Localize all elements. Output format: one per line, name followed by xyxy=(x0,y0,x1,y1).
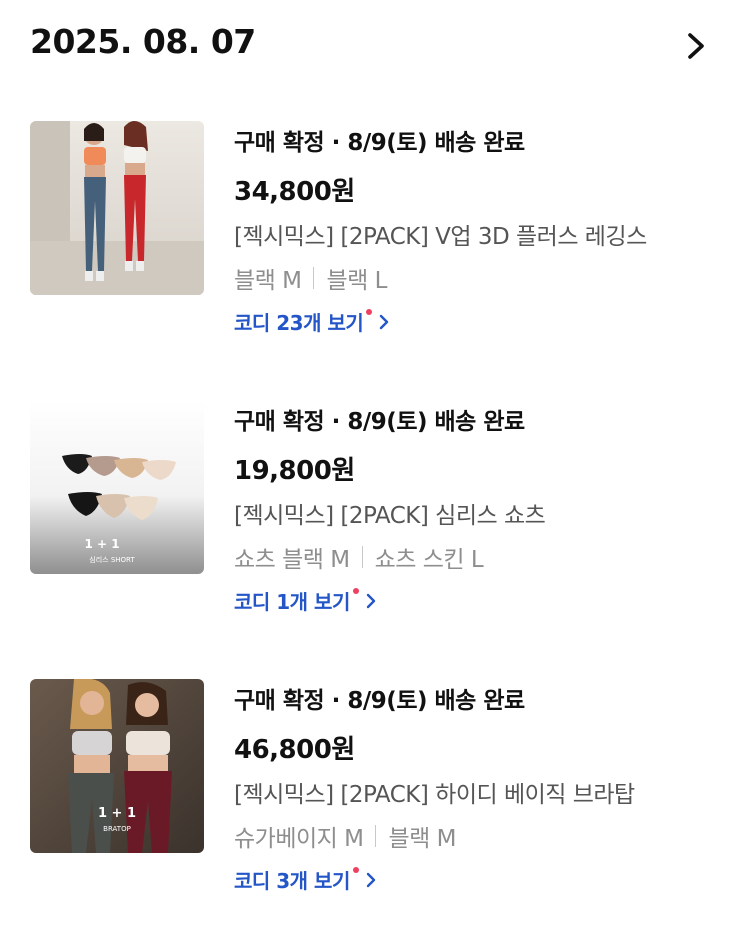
product-image[interactable]: 1 + 1 BRATOP xyxy=(30,679,204,853)
order-item[interactable]: 구매 확정 · 8/9(토) 배송 완료 34,800원 [젝시믹스] [2PA… xyxy=(30,121,720,351)
image-caption-sub: 심리스 SHORT xyxy=(89,555,135,564)
option-1: 슈가베이지 M xyxy=(234,826,364,852)
price: 46,800원 xyxy=(234,735,355,765)
chevron-right-icon xyxy=(366,593,376,608)
option-list: 블랙 M 블랙 L xyxy=(234,261,387,295)
price: 34,800원 xyxy=(234,177,355,207)
coordi-link-label: 코디 23개 보기 xyxy=(234,311,364,335)
option-divider xyxy=(313,267,315,289)
coordi-link-label: 코디 1개 보기 xyxy=(234,590,350,614)
order-status: 구매 확정 · 8/9(토) 배송 완료 xyxy=(234,688,525,714)
option-2: 블랙 L xyxy=(326,268,387,294)
order-detail-button[interactable] xyxy=(676,26,716,66)
option-2: 쇼츠 스킨 L xyxy=(374,547,484,573)
option-divider xyxy=(375,825,377,847)
option-1: 블랙 M xyxy=(234,268,302,294)
order-item[interactable]: 1 + 1 심리스 SHORT 구매 확정 · 8/9(토) 배송 완료 19,… xyxy=(30,400,720,630)
chevron-right-icon xyxy=(366,872,376,887)
product-name[interactable]: [젝시믹스] [2PACK] V업 3D 플러스 레깅스 xyxy=(234,217,647,251)
option-list: 쇼츠 블랙 M 쇼츠 스킨 L xyxy=(234,540,484,574)
order-date: 2025. 08. 07 xyxy=(30,22,256,61)
option-2: 블랙 M xyxy=(388,826,456,852)
order-item[interactable]: 1 + 1 BRATOP 구매 확정 · 8/9(토) 배송 완료 46,800… xyxy=(30,679,720,909)
coordi-link-label: 코디 3개 보기 xyxy=(234,869,350,893)
new-dot-icon xyxy=(352,587,359,594)
option-divider xyxy=(361,546,363,568)
image-caption-main: 1 + 1 xyxy=(84,537,119,551)
product-image[interactable]: 1 + 1 심리스 SHORT xyxy=(30,400,204,574)
image-caption-main: 1 + 1 xyxy=(98,806,136,821)
new-dot-icon xyxy=(366,308,373,315)
coordi-link[interactable]: 코디 3개 보기 xyxy=(234,865,377,894)
new-dot-icon xyxy=(352,866,359,873)
product-name[interactable]: [젝시믹스] [2PACK] 하이디 베이직 브라탑 xyxy=(234,775,635,809)
chevron-right-icon xyxy=(688,33,704,59)
price: 19,800원 xyxy=(234,456,355,486)
order-date-header[interactable]: 2025. 08. 07 xyxy=(0,0,750,90)
option-1: 쇼츠 블랙 M xyxy=(234,547,350,573)
product-name[interactable]: [젝시믹스] [2PACK] 심리스 쇼츠 xyxy=(234,496,546,530)
order-status: 구매 확정 · 8/9(토) 배송 완료 xyxy=(234,130,525,156)
product-image[interactable] xyxy=(30,121,204,295)
coordi-link[interactable]: 코디 23개 보기 xyxy=(234,307,390,336)
option-list: 슈가베이지 M 블랙 M xyxy=(234,819,456,853)
chevron-right-icon xyxy=(380,314,389,329)
coordi-link[interactable]: 코디 1개 보기 xyxy=(234,586,377,615)
order-status: 구매 확정 · 8/9(토) 배송 완료 xyxy=(234,409,525,435)
image-caption-sub: BRATOP xyxy=(103,825,131,833)
